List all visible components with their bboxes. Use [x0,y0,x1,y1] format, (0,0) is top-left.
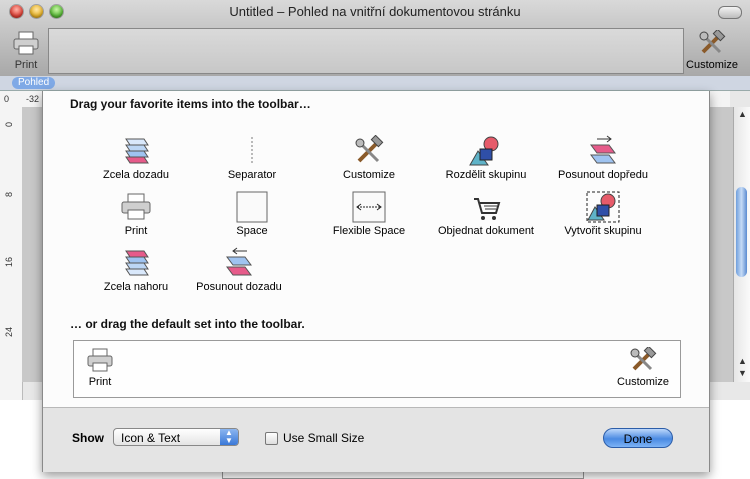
shopping-cart-icon [474,198,501,220]
printer-icon [121,193,151,220]
item-label: Rozdělit skupinu [445,169,527,181]
item-label: Separator [227,169,277,181]
scroll-thumb[interactable] [736,187,747,277]
item-space[interactable]: Space [197,191,307,237]
item-label: Customize [343,169,395,181]
default-toolbar-set[interactable]: Print Customize [73,340,681,398]
item-separator[interactable]: Separator [197,135,307,181]
ruler-label: 0 [4,94,10,104]
item-label: Vytvořit skupinu [564,225,642,237]
item-customize[interactable]: Customize [314,135,424,181]
customize-tools-icon [630,345,657,371]
item-rozdelit-skupinu[interactable]: Rozdělit skupinu [431,135,541,181]
scroll-down-arrow-icon[interactable]: ▼ [737,368,748,378]
default-customize-label: Customize [617,376,669,388]
printer-icon [13,31,39,55]
document-tab-bar: Pohled [0,76,750,91]
use-small-size-checkbox[interactable] [265,432,278,445]
send-backward-icon [226,247,252,276]
ruler-mark: 0 [4,121,14,127]
printer-icon [87,348,113,372]
item-posunout-dozadu[interactable]: Posunout dozadu [184,247,294,293]
palette-heading: Drag your favorite items into the toolba… [70,97,311,111]
ruler-label: -32 [26,94,40,104]
scroll-up-arrow-icon[interactable]: ▲ [737,356,748,366]
toolbar-customize-button[interactable]: Customize [682,28,742,71]
default-print-item: Print [80,347,120,388]
toolbar-print-button[interactable]: Print [8,30,44,71]
ruler-mark: 8 [4,191,14,197]
scroll-up-arrow-icon[interactable]: ▲ [737,109,748,119]
customize-toolbar-sheet: Drag your favorite items into the toolba… [42,91,710,472]
toolbar-print-label: Print [14,59,38,71]
use-small-size-label: Use Small Size [283,431,365,445]
window-title: Untitled – Pohled na vnitřní dokumentovo… [229,4,521,19]
default-print-label: Print [88,376,112,388]
default-customize-item: Customize [612,345,674,388]
item-zcela-nahoru[interactable]: Zcela nahoru [81,247,191,293]
bring-forward-icon [590,135,616,164]
default-set-heading: … or drag the default set into the toolb… [70,317,305,331]
show-mode-value: Icon & Text [121,431,181,445]
vertical-scrollbar[interactable]: ▲ ▲ ▼ [733,107,750,382]
item-label: Zcela nahoru [103,281,169,293]
item-label: Posunout dopředu [558,169,648,181]
toolbar-customize-label: Customize [686,59,738,71]
item-print[interactable]: Print [81,191,191,237]
toolbar-toggle-button[interactable] [718,6,742,19]
toolbar-drop-area[interactable] [48,28,684,74]
customize-tools-icon [355,135,384,163]
item-flexible-space[interactable]: Flexible Space [314,191,424,237]
send-to-back-icon [125,138,149,164]
bring-to-front-icon [125,250,149,276]
ruler-mark: 16 [4,256,14,267]
ungroup-icon [469,136,499,166]
group-icon [586,191,620,223]
select-arrows-icon: ▲ ▼ [220,429,238,445]
sheet-bottom-bar: Show Icon & Text ▲ ▼ Use Small Size Done [43,407,709,472]
flexible-space-icon [352,191,386,223]
title-bar: Untitled – Pohled na vnitřní dokumentovo… [0,0,750,77]
vertical-ruler: 0 8 16 24 [0,107,23,400]
item-posunout-dopredu[interactable]: Posunout dopředu [548,135,658,181]
space-icon [236,191,268,223]
item-vytvorit-skupinu[interactable]: Vytvořit skupinu [548,191,658,237]
item-label: Objednat dokument [437,225,534,237]
item-label: Zcela dozadu [102,169,170,181]
item-label: Space [236,225,268,237]
item-objednat-dokument[interactable]: Objednat dokument [431,191,541,237]
done-button[interactable]: Done [603,428,673,448]
show-label: Show [72,431,104,445]
separator-icon [251,137,253,165]
item-label: Flexible Space [332,225,406,237]
customize-palette: Drag your favorite items into the toolba… [43,91,709,407]
item-zcela-dozadu[interactable]: Zcela dozadu [81,135,191,181]
ruler-mark: 24 [4,326,14,337]
document-tab[interactable]: Pohled [12,77,56,89]
customize-tools-icon [699,28,726,54]
item-label: Print [124,225,148,237]
show-mode-select[interactable]: Icon & Text ▲ ▼ [113,428,239,446]
item-label: Posunout dozadu [196,281,282,293]
